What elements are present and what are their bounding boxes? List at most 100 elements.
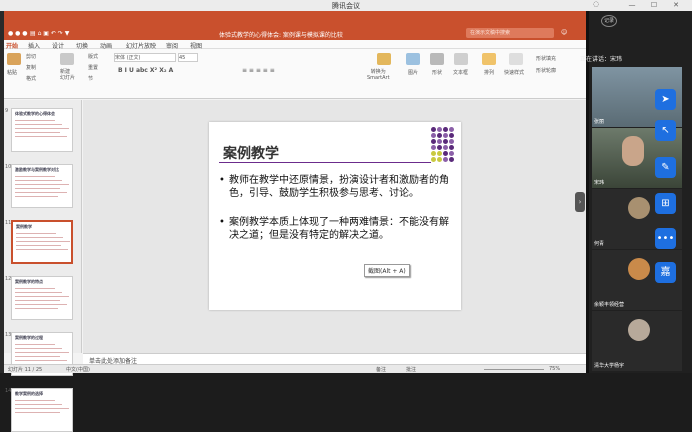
thumbnail-text-line bbox=[15, 128, 69, 129]
app-icon[interactable]: 嘉 bbox=[655, 262, 676, 283]
format-painter-button[interactable]: 格式 bbox=[26, 75, 36, 82]
decorative-dot bbox=[443, 157, 448, 162]
decorative-dot bbox=[431, 133, 436, 138]
shape-fill-button[interactable]: 形状填充 bbox=[536, 55, 556, 62]
meeting-panel: 记录 张丽 宋玮 何青 余颖丰领经营 清华大学杨宇 bbox=[589, 11, 692, 373]
notes-field[interactable]: 单击此处添加备注 bbox=[83, 353, 586, 365]
font-size-value: 45 bbox=[179, 55, 186, 61]
font-size-select[interactable]: 45 bbox=[178, 53, 198, 62]
slide-thumbnail[interactable]: 案例教学的特点 bbox=[11, 276, 73, 320]
thumbnail-text-line bbox=[15, 404, 62, 405]
decorative-dot bbox=[437, 157, 442, 162]
smartart-icon[interactable] bbox=[377, 53, 391, 65]
thumbnail-text-line bbox=[15, 356, 60, 357]
active-speaker: 正在讲话：宋玮 bbox=[580, 56, 623, 63]
thumbnail-text-line bbox=[15, 184, 69, 185]
slide-thumbnail-pane: 9 体验式教学的心得体会 10 激励教学与案例教学对比 11 案例教学 12 案例教学的特点 1… bbox=[4, 100, 82, 432]
participant-name: 宋玮 bbox=[594, 180, 605, 186]
thumbnail-text-line bbox=[15, 308, 58, 309]
paste-icon[interactable] bbox=[7, 53, 21, 65]
language-indicator[interactable]: 中文(中国) bbox=[66, 366, 90, 373]
thumbnail-text-line bbox=[15, 300, 60, 301]
paragraph-buttons[interactable]: ≡ ≡ ≡ ≡ ≡ bbox=[242, 67, 275, 74]
decorative-dot bbox=[437, 145, 442, 150]
thumbnail-text-line bbox=[16, 233, 56, 234]
windows-icon[interactable]: ⊞ bbox=[655, 193, 676, 214]
thumbnail-text-line bbox=[15, 304, 67, 305]
minimize-icon[interactable]: — bbox=[626, 1, 638, 10]
avatar bbox=[628, 319, 650, 341]
picture-label: 图片 bbox=[408, 70, 419, 76]
bullet-icon: • bbox=[219, 217, 225, 228]
powerpoint-window: ● ● ● ▤ ⌂ ▣ ↶ ↷ ▼ 体验式教学的心得体会: 案例课与模拟课的比较… bbox=[4, 11, 586, 432]
zoom-slider[interactable] bbox=[484, 369, 544, 370]
cursor-tool-icon[interactable]: ↖ bbox=[655, 120, 676, 141]
shapes-label: 形状 bbox=[432, 70, 443, 76]
quick-styles-label: 快速样式 bbox=[504, 70, 525, 76]
reset-button[interactable]: 重置 bbox=[88, 64, 98, 71]
slide-thumbnail[interactable]: 体验式教学的心得体会 bbox=[11, 108, 73, 152]
decorative-dot bbox=[443, 127, 448, 132]
slide-title[interactable]: 案例教学 bbox=[223, 143, 279, 163]
text-format-buttons[interactable]: B I U abc X² X₂ A bbox=[118, 67, 173, 74]
decorative-dot bbox=[431, 151, 436, 156]
pointer-tool-icon[interactable]: ➤ bbox=[655, 89, 676, 110]
thumbnail-text-line bbox=[15, 348, 62, 349]
picture-icon[interactable] bbox=[406, 53, 420, 65]
thumbnail-text-line bbox=[15, 296, 69, 297]
slide-thumbnail[interactable]: 案例教学 bbox=[11, 220, 73, 264]
decorative-dot bbox=[449, 127, 454, 132]
ppt-search-input[interactable]: 在演示文稿中搜索 bbox=[466, 28, 554, 38]
draw-tool-icon[interactable]: ✎ bbox=[655, 157, 676, 178]
section-button[interactable]: 节 bbox=[88, 75, 93, 82]
shapes-icon[interactable] bbox=[430, 53, 444, 65]
arrange-icon[interactable] bbox=[482, 53, 496, 65]
participant-name: 何青 bbox=[594, 241, 605, 247]
decorative-dot bbox=[449, 145, 454, 150]
thumbnail-text-line bbox=[15, 120, 55, 121]
decorative-dot bbox=[431, 145, 436, 150]
zoom-level[interactable]: 75% bbox=[549, 366, 560, 372]
thumbnail-text-line bbox=[15, 288, 55, 289]
status-bar: 幻灯片 11 / 25 中文(中国) 备注 批注 75% bbox=[4, 364, 586, 373]
avatar bbox=[628, 258, 650, 280]
thumbnail-text-line bbox=[15, 132, 60, 133]
video-tile[interactable]: 清华大学杨宇 bbox=[592, 311, 682, 371]
textbox-icon[interactable] bbox=[454, 53, 468, 65]
thumbnail-heading: 案例教学 bbox=[16, 224, 32, 229]
thumbnail-text-line bbox=[15, 360, 67, 361]
collapse-sidebar-button[interactable]: › bbox=[575, 192, 585, 212]
slide-canvas: 案例教学 • 教师在教学中还原情景，扮演设计者和激励者的角色，引导、鼓励学生积极参… bbox=[83, 100, 586, 353]
thumbnail-text-line bbox=[15, 352, 69, 353]
slide-bullet[interactable]: • 教师在教学中还原情景，扮演设计者和激励者的角色，引导、鼓励学生积极参与思考、讨… bbox=[219, 174, 451, 200]
slide-thumbnail[interactable]: 激励教学与案例教学对比 bbox=[11, 164, 73, 208]
comments-toggle[interactable]: 批注 bbox=[406, 366, 416, 373]
copy-button[interactable]: 复制 bbox=[26, 64, 36, 71]
quick-access-icons[interactable]: ▤ ⌂ ▣ ↶ ↷ ▼ bbox=[30, 30, 69, 37]
thumbnail-text-line bbox=[15, 344, 55, 345]
thumbnail-text-line bbox=[15, 180, 62, 181]
cut-button[interactable]: 剪切 bbox=[26, 53, 36, 60]
notes-toggle[interactable]: 备注 bbox=[376, 366, 386, 373]
ribbon-tabs: 开始 插入 设计 切换 动画 幻灯片放映 审阅 视图 bbox=[4, 40, 586, 50]
decorative-dot bbox=[449, 157, 454, 162]
current-slide[interactable]: 案例教学 • 教师在教学中还原情景，扮演设计者和激励者的角色，引导、鼓励学生积极参… bbox=[209, 122, 461, 310]
layout-button[interactable]: 版式 bbox=[88, 53, 98, 60]
bullet-icon: • bbox=[219, 175, 225, 186]
pin-icon[interactable]: ◌ bbox=[590, 0, 602, 9]
shape-outline-button[interactable]: 形状轮廓 bbox=[536, 67, 556, 74]
ribbon: 粘贴 剪切 复制 格式 新建 幻灯片 版式 重置 节 宋体 (正文) 45 B … bbox=[4, 49, 586, 99]
close-icon[interactable]: ✕ bbox=[670, 1, 682, 10]
user-icon[interactable]: ☺ bbox=[561, 29, 567, 36]
quick-styles-icon[interactable] bbox=[509, 53, 523, 65]
thumbnail-text-line bbox=[15, 124, 62, 125]
recording-badge[interactable]: 记录 bbox=[601, 15, 617, 27]
more-icon[interactable]: ••• bbox=[655, 228, 676, 249]
slide-thumbnail[interactable]: 教学案例的选择 bbox=[11, 388, 73, 432]
slide-bullet[interactable]: • 案例教学本质上体现了一种两难情景：不能没有解决之道；但是没有特定的解决之道。 bbox=[219, 216, 451, 242]
font-name-select[interactable]: 宋体 (正文) bbox=[114, 53, 176, 62]
new-slide-icon[interactable] bbox=[60, 53, 74, 65]
maximize-icon[interactable]: ☐ bbox=[648, 1, 660, 10]
bullet-text: 案例教学本质上体现了一种两难情景：不能没有解决之道；但是没有特定的解决之道。 bbox=[229, 217, 449, 241]
decorative-dot bbox=[443, 133, 448, 138]
